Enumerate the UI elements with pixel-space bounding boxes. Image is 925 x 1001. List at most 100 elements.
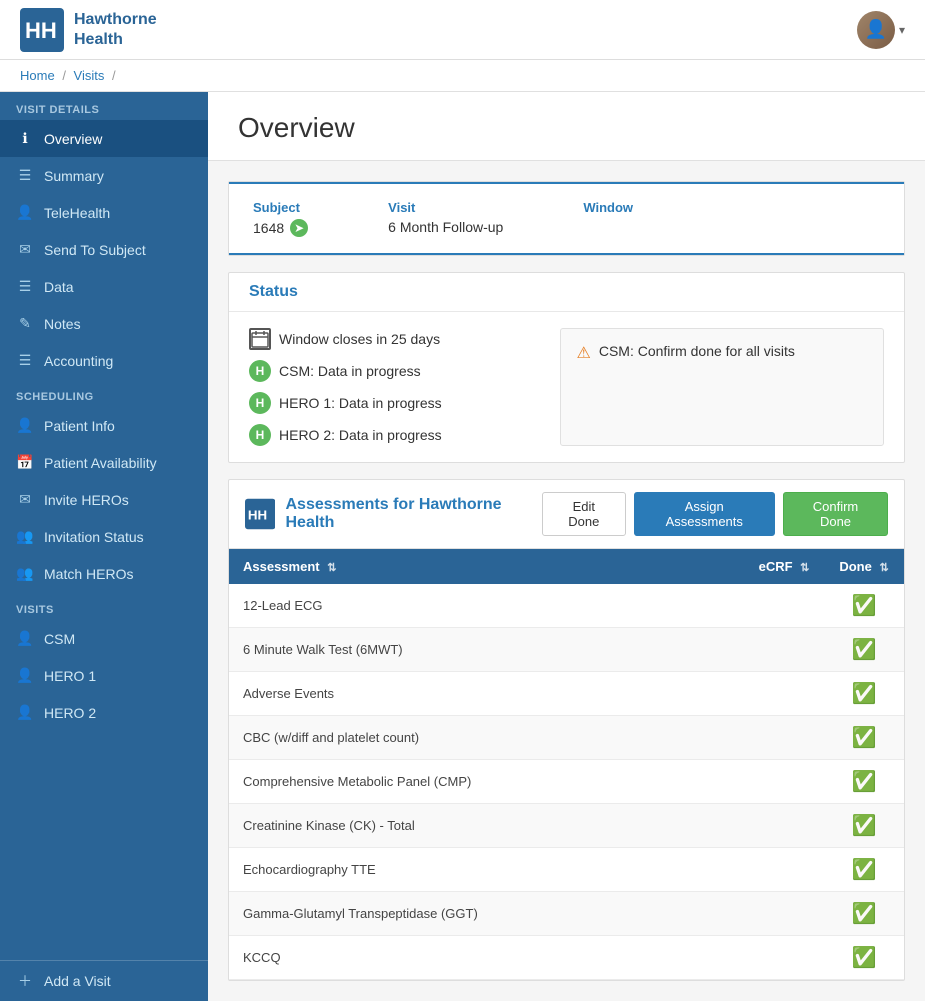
- ecrf-cell: [744, 892, 824, 936]
- status-hero1-item: H HERO 1: Data in progress: [249, 392, 540, 414]
- sidebar-item-hero1[interactable]: 👤 HERO 1: [0, 657, 208, 694]
- ecrf-cell: [744, 672, 824, 716]
- status-header: Status: [229, 273, 904, 312]
- sidebar: VISIT DETAILS ℹ Overview ☰ Summary 👤 Tel…: [0, 92, 208, 1001]
- sidebar-item-hero2[interactable]: 👤 HERO 2: [0, 694, 208, 731]
- patient-info-icon: 👤: [16, 417, 34, 434]
- content-area: Subject 1648 ➤ Visit 6 Month Follow-up: [208, 161, 925, 1001]
- table-row: 6 Minute Walk Test (6MWT) ✅: [229, 628, 904, 672]
- sidebar-item-patient-availability[interactable]: 📅 Patient Availability: [0, 444, 208, 481]
- col-assessment[interactable]: Assessment ⇅: [229, 549, 744, 584]
- assessment-name: 6 Minute Walk Test (6MWT): [229, 628, 744, 672]
- status-right: ⚠ CSM: Confirm done for all visits: [560, 328, 885, 446]
- status-card: Status: [228, 272, 905, 463]
- subject-action-btn[interactable]: ➤: [290, 219, 308, 237]
- done-cell: ✅: [824, 628, 904, 672]
- assessments-title-area: HH Assessments for Hawthorne Health: [245, 496, 542, 532]
- sidebar-item-patient-info[interactable]: 👤 Patient Info: [0, 407, 208, 444]
- chevron-down-icon: ▾: [899, 23, 905, 37]
- done-cell: ✅: [824, 584, 904, 628]
- subject-field: Subject 1648 ➤: [253, 200, 308, 237]
- sort-assessment-icon: ⇅: [327, 562, 336, 574]
- send-icon: ✉: [16, 241, 34, 258]
- done-check-icon: ✅: [852, 945, 877, 970]
- breadcrumb: Home / Visits /: [0, 60, 925, 92]
- sidebar-item-notes[interactable]: ✎ Notes: [0, 305, 208, 342]
- add-visit-button[interactable]: ＋ Add a Visit: [0, 961, 208, 1001]
- table-row: Adverse Events ✅: [229, 672, 904, 716]
- sidebar-item-overview[interactable]: ℹ Overview: [0, 120, 208, 157]
- sidebar-item-invitation-status[interactable]: 👥 Invitation Status: [0, 518, 208, 555]
- page-header: Overview: [208, 92, 925, 161]
- user-dropdown[interactable]: 👤 ▾: [857, 11, 905, 49]
- subject-value: 1648 ➤: [253, 219, 308, 237]
- confirm-done-button[interactable]: Confirm Done: [783, 492, 888, 536]
- hero2-icon: 👤: [16, 704, 34, 721]
- window-field: Window: [583, 200, 633, 237]
- warning-icon: ⚠: [577, 343, 591, 363]
- svg-text:HH: HH: [25, 18, 57, 43]
- sidebar-item-summary[interactable]: ☰ Summary: [0, 157, 208, 194]
- hero2-badge: H: [249, 424, 271, 446]
- breadcrumb-visits[interactable]: Visits: [74, 68, 105, 83]
- match-heros-icon: 👥: [16, 565, 34, 582]
- ecrf-cell: [744, 628, 824, 672]
- hero1-icon: 👤: [16, 667, 34, 684]
- sidebar-item-accounting[interactable]: ☰ Accounting: [0, 342, 208, 379]
- assessment-name: Echocardiography TTE: [229, 848, 744, 892]
- done-check-icon: ✅: [852, 593, 877, 618]
- main-content: Overview Subject 1648 ➤ Visit: [208, 92, 925, 1001]
- layout: VISIT DETAILS ℹ Overview ☰ Summary 👤 Tel…: [0, 92, 925, 1001]
- assign-assessments-button[interactable]: Assign Assessments: [634, 492, 775, 536]
- sidebar-item-invite-heros[interactable]: ✉ Invite HEROs: [0, 481, 208, 518]
- info-card-body: Subject 1648 ➤ Visit 6 Month Follow-up: [229, 184, 904, 253]
- add-visit-icon: ＋: [16, 971, 34, 991]
- visit-value: 6 Month Follow-up: [388, 219, 503, 235]
- sidebar-item-csm[interactable]: 👤 CSM: [0, 620, 208, 657]
- avatar[interactable]: 👤: [857, 11, 895, 49]
- done-cell: ✅: [824, 716, 904, 760]
- assessment-name: CBC (w/diff and platelet count): [229, 716, 744, 760]
- sidebar-item-telehealth[interactable]: 👤 TeleHealth: [0, 194, 208, 231]
- done-cell: ✅: [824, 760, 904, 804]
- assessment-table: Assessment ⇅ eCRF ⇅ Done ⇅: [229, 549, 904, 980]
- app-name: Hawthorne Health: [74, 10, 157, 48]
- sort-done-icon: ⇅: [879, 562, 888, 574]
- table-row: CBC (w/diff and platelet count) ✅: [229, 716, 904, 760]
- assessments-header: HH Assessments for Hawthorne Health Edit…: [229, 480, 904, 549]
- assessment-name: Creatinine Kinase (CK) - Total: [229, 804, 744, 848]
- sidebar-item-data[interactable]: ☰ Data: [0, 268, 208, 305]
- hero1-badge: H: [249, 392, 271, 414]
- assessment-name: Comprehensive Metabolic Panel (CMP): [229, 760, 744, 804]
- assessment-tbody: 12-Lead ECG ✅ 6 Minute Walk Test (6MWT) …: [229, 584, 904, 980]
- assessment-name: Adverse Events: [229, 672, 744, 716]
- done-check-icon: ✅: [852, 901, 877, 926]
- assessment-name: 12-Lead ECG: [229, 584, 744, 628]
- top-header: HH Hawthorne Health 👤 ▾: [0, 0, 925, 60]
- calendar-icon: [249, 328, 271, 350]
- done-check-icon: ✅: [852, 857, 877, 882]
- done-cell: ✅: [824, 804, 904, 848]
- edit-done-button[interactable]: Edit Done: [542, 492, 625, 536]
- done-cell: ✅: [824, 936, 904, 980]
- sidebar-bottom: ＋ Add a Visit: [0, 960, 208, 1001]
- sidebar-item-send-to-subject[interactable]: ✉ Send To Subject: [0, 231, 208, 268]
- status-csm-item: H CSM: Data in progress: [249, 360, 540, 382]
- col-done[interactable]: Done ⇅: [824, 549, 904, 584]
- table-row: Echocardiography TTE ✅: [229, 848, 904, 892]
- ecrf-cell: [744, 804, 824, 848]
- breadcrumb-home[interactable]: Home: [20, 68, 55, 83]
- data-icon: ☰: [16, 278, 34, 295]
- section-scheduling: SCHEDULING: [0, 379, 208, 407]
- assessment-name: KCCQ: [229, 936, 744, 980]
- status-left: Window closes in 25 days H CSM: Data in …: [249, 328, 540, 446]
- visit-field: Visit 6 Month Follow-up: [388, 200, 503, 237]
- done-check-icon: ✅: [852, 769, 877, 794]
- sidebar-item-match-heros[interactable]: 👥 Match HEROs: [0, 555, 208, 592]
- assessments-logo: HH: [245, 498, 275, 530]
- col-ecrf[interactable]: eCRF ⇅: [744, 549, 824, 584]
- page-title: Overview: [238, 112, 895, 144]
- csm-icon: 👤: [16, 630, 34, 647]
- status-hero2-item: H HERO 2: Data in progress: [249, 424, 540, 446]
- done-cell: ✅: [824, 892, 904, 936]
